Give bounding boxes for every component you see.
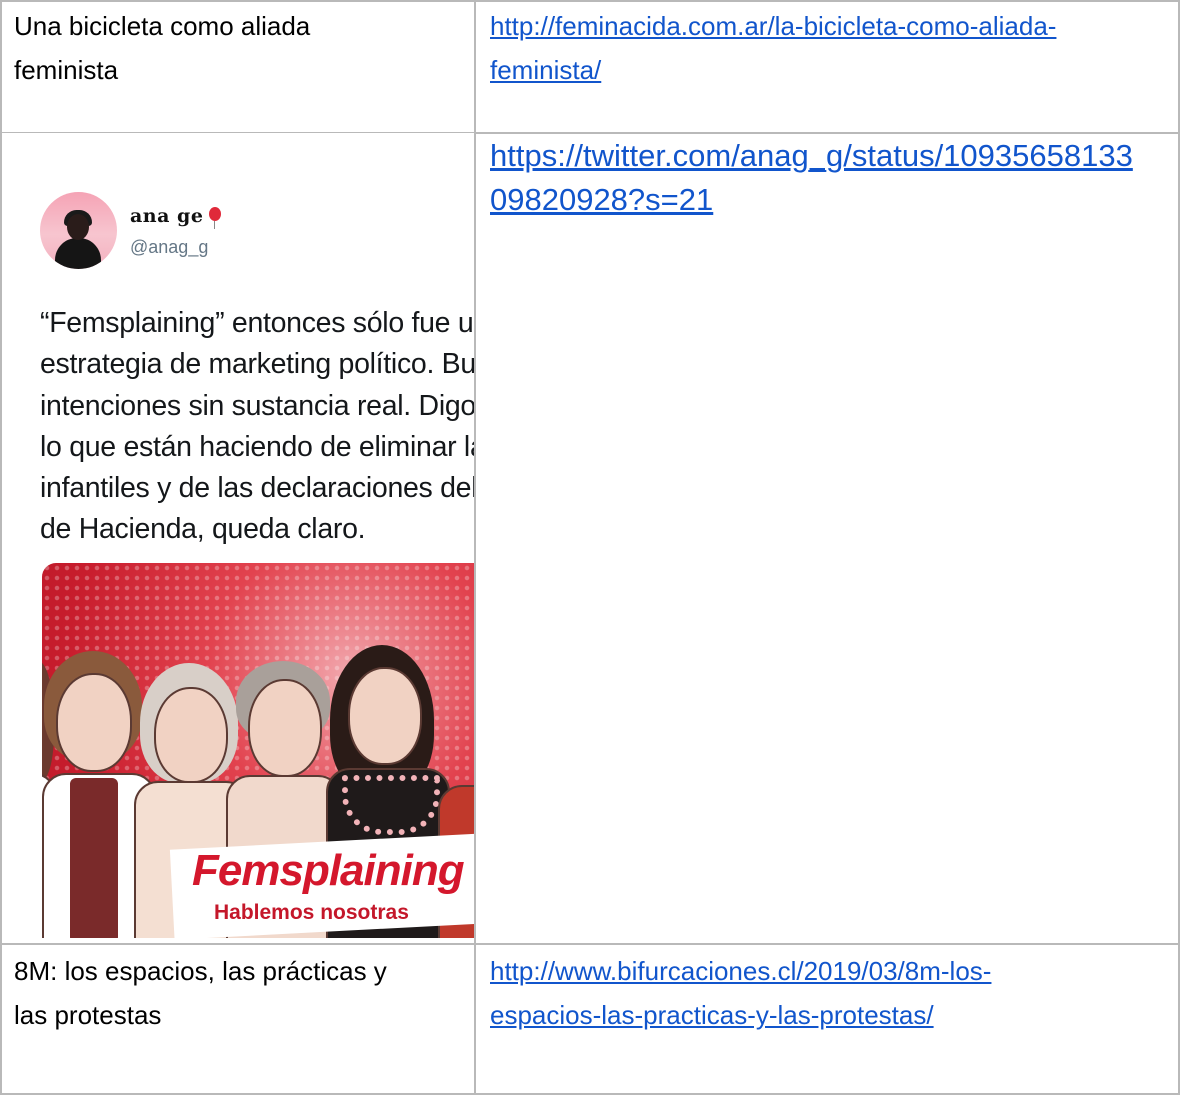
tweet-link-line: https://twitter.com/anag_g/status/109356… (490, 138, 1133, 173)
article-link-line: http://www.bifurcaciones.cl/2019/03/8m-l… (490, 956, 992, 986)
tweet-link[interactable]: 09820928?s=21 (476, 178, 1178, 222)
tweet-screenshot: ana ge @anag_g “Femsplaining” entonces s… (2, 133, 474, 938)
table-row-1-link-cell: http://feminacida.com.ar/la-bicicleta-co… (476, 0, 1178, 132)
tweet-text-line: infantiles y de las declaraciones del (40, 472, 474, 505)
tweet-text-line: de Hacienda, queda claro. (40, 513, 366, 546)
avatar (40, 192, 117, 269)
table-row-2-link-cell: https://twitter.com/anag_g/status/109356… (476, 134, 1178, 943)
image-title: Femsplaining (192, 846, 465, 895)
row-title-line: las protestas (14, 1000, 162, 1030)
avatar-body (55, 238, 101, 269)
tweet-image: Femsplaining Hablemos nosotras (42, 563, 474, 938)
tweet-author-handle: @anag_g (130, 237, 209, 257)
table-row-3-title-cell: 8M: los espacios, las prácticas y las pr… (2, 945, 474, 1093)
tweet-text-line: lo que están haciendo de eliminar la (40, 430, 474, 463)
tweet-author-name-text: ana ge (130, 205, 204, 227)
image-subtitle: Hablemos nosotras (214, 901, 409, 924)
table-row-3-link-cell: http://www.bifurcaciones.cl/2019/03/8m-l… (476, 945, 1178, 1093)
links-table: Una bicicleta como aliada feminista http… (0, 0, 1180, 1095)
table-row-1-title-cell: Una bicicleta como aliada feminista (2, 0, 474, 132)
tweet-link-line: 09820928?s=21 (490, 182, 714, 217)
article-link[interactable]: espacios-las-practicas-y-las-protestas/ (476, 993, 1178, 1037)
row-title-line: feminista (14, 55, 119, 85)
row-title-line: Una bicicleta como aliada (14, 11, 311, 41)
article-link-line: feminista/ (490, 55, 602, 85)
tweet-link[interactable]: https://twitter.com/anag_g/status/109356… (476, 134, 1178, 178)
tweet-text-line: intenciones sin sustancia real. Digo, (40, 389, 474, 422)
avatar-head (67, 214, 89, 240)
tweet-text-line: estrategia de marketing político. Bu (40, 348, 474, 381)
article-link-line: http://feminacida.com.ar/la-bicicleta-co… (490, 11, 1057, 41)
article-link[interactable]: feminista/ (476, 48, 1178, 92)
tweet-text: “Femsplaining” entonces sólo fue u estra… (40, 303, 474, 551)
balloon-icon (209, 207, 222, 229)
article-link[interactable]: http://feminacida.com.ar/la-bicicleta-co… (476, 0, 1178, 48)
row-title-line: 8M: los espacios, las prácticas y (14, 956, 387, 986)
tweet-text-line: “Femsplaining” entonces sólo fue u (40, 307, 474, 339)
tweet-author-name: ana ge (130, 205, 222, 229)
article-link-line: espacios-las-practicas-y-las-protestas/ (490, 1000, 934, 1030)
article-link[interactable]: http://www.bifurcaciones.cl/2019/03/8m-l… (476, 945, 1178, 993)
